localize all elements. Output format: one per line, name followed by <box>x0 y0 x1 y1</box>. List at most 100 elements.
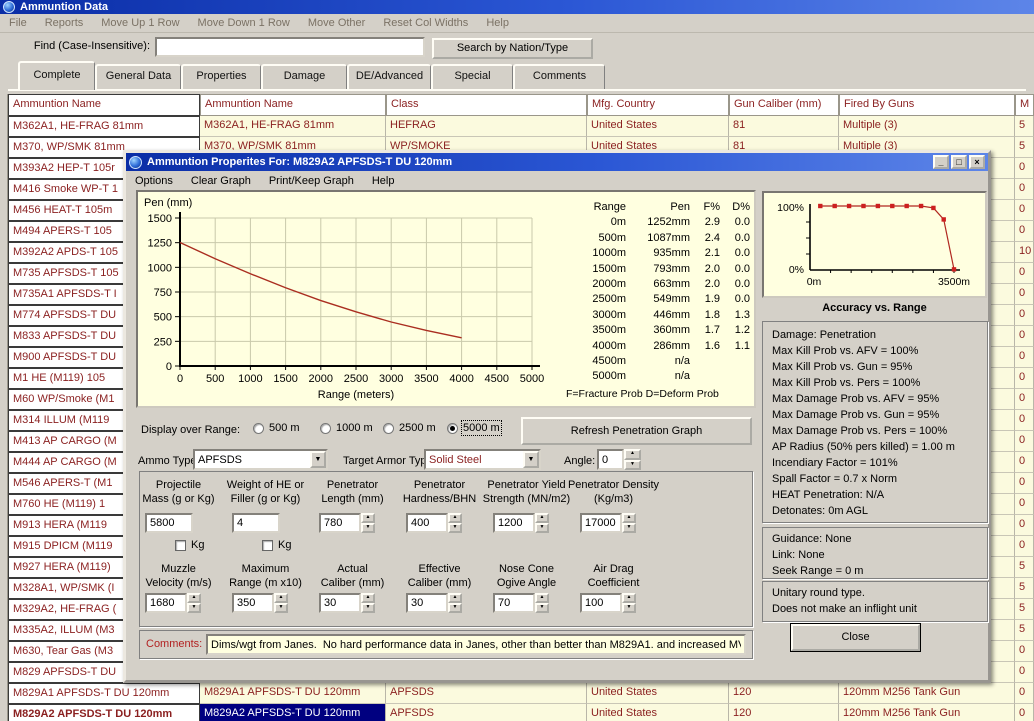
info-line: Max Damage Prob vs. Gun = 95% <box>772 407 978 423</box>
table-cell[interactable]: 81 <box>729 116 839 137</box>
table-cell[interactable]: 0 <box>1015 494 1034 515</box>
field-input-penetrator-density-kg-m3[interactable] <box>580 513 622 533</box>
table-cell[interactable]: United States <box>587 683 729 704</box>
table-cell[interactable]: 0 <box>1015 347 1034 368</box>
field-input-penetrator-hardness-bhn[interactable] <box>406 513 448 533</box>
field-spinner[interactable]: ▲▼ <box>448 593 462 613</box>
table-cell[interactable]: 0 <box>1015 368 1034 389</box>
field-spinner[interactable]: ▲▼ <box>274 593 288 613</box>
table-cell[interactable]: M829A2 APFSDS-T DU 120mm <box>200 704 386 721</box>
table-cell[interactable]: 0 <box>1015 473 1034 494</box>
table-cell[interactable]: 0 <box>1015 410 1034 431</box>
field-input-actual-caliber-mm[interactable] <box>319 593 361 613</box>
table-cell[interactable]: 0 <box>1015 179 1034 200</box>
table-cell[interactable]: 120 <box>729 704 839 721</box>
field-spinner[interactable]: ▲▼ <box>448 513 462 533</box>
field-label-line2: Ogive Angle <box>479 576 574 590</box>
table-cell[interactable]: 0 <box>1015 221 1034 242</box>
table-cell[interactable]: 0 <box>1015 662 1034 683</box>
table-cell[interactable]: APFSDS <box>386 683 587 704</box>
table-cell[interactable]: United States <box>587 704 729 721</box>
field-label-line2: Strength (MN/m2) <box>479 492 574 506</box>
accuracy-chart-title: Accuracy vs. Range <box>762 302 987 314</box>
table-cell[interactable]: M829A1 APFSDS-T DU 120mm <box>200 683 386 704</box>
guidance-panel: Guidance: NoneLink: NoneSeek Range = 0 m <box>762 527 988 579</box>
field-input-muzzle-velocity-m-s[interactable] <box>145 593 187 613</box>
field-label-line1: Actual <box>305 562 400 576</box>
accuracy-chart: 100%0%0m3500m <box>764 193 985 296</box>
table-cell[interactable]: 5 <box>1015 557 1034 578</box>
table-cell[interactable]: 5 <box>1015 137 1034 158</box>
table-cell[interactable]: 0 <box>1015 704 1034 721</box>
table-cell[interactable]: M362A1, HE-FRAG 81mm <box>200 116 386 137</box>
table-cell[interactable]: 0 <box>1015 263 1034 284</box>
table-cell[interactable]: 5 <box>1015 578 1034 599</box>
grid-header-ammuntion-name[interactable]: Ammuntion Name <box>200 94 386 116</box>
table-cell[interactable]: 0 <box>1015 305 1034 326</box>
field-spinner[interactable]: ▲▼ <box>361 593 375 613</box>
table-cell[interactable]: 0 <box>1015 284 1034 305</box>
table-cell[interactable]: 0 <box>1015 536 1034 557</box>
field-input-projectile-mass-g-or-kg[interactable] <box>145 513 193 533</box>
table-cell[interactable]: Multiple (3) <box>839 116 1015 137</box>
field-spinner[interactable]: ▲▼ <box>622 513 636 533</box>
field-spinner[interactable]: ▲▼ <box>361 513 375 533</box>
table-cell[interactable]: HEFRAG <box>386 116 587 137</box>
field-spinner[interactable]: ▲▼ <box>535 513 549 533</box>
maximize-button[interactable]: □ <box>951 155 967 169</box>
grid-header-mfg-country[interactable]: Mfg. Country <box>587 94 729 116</box>
field-input-nose-cone-ogive-angle[interactable] <box>493 593 535 613</box>
grid-header-gun-caliber-mm[interactable]: Gun Caliber (mm) <box>729 94 839 116</box>
table-cell[interactable]: 0 <box>1015 158 1034 179</box>
grid-header-fired-by-guns[interactable]: Fired By Guns <box>839 94 1015 116</box>
table-cell[interactable]: 120mm M256 Tank Gun <box>839 704 1015 721</box>
row-name-cell[interactable]: M829A1 APFSDS-T DU 120mm <box>8 683 200 704</box>
kg-checkbox[interactable] <box>175 540 186 551</box>
table-cell[interactable]: 0 <box>1015 683 1034 704</box>
grid-header-m[interactable]: M <box>1015 94 1034 116</box>
table-cell[interactable]: 0 <box>1015 641 1034 662</box>
table-cell[interactable]: 5 <box>1015 620 1034 641</box>
field-input-penetrator-yield-strength-mn-m2[interactable] <box>493 513 535 533</box>
table-cell[interactable]: United States <box>587 116 729 137</box>
info-line: Max Kill Prob vs. Pers = 100% <box>772 375 978 391</box>
field-spinner[interactable]: ▲▼ <box>187 593 201 613</box>
field-input-penetrator-length-mm[interactable] <box>319 513 361 533</box>
grid-left-header[interactable]: Ammuntion Name <box>8 94 200 116</box>
table-cell[interactable]: 10 <box>1015 242 1034 263</box>
field-label: Air DragCoefficient <box>566 562 661 590</box>
field-label-line2: Mass (g or Kg) <box>131 492 226 506</box>
comments-input[interactable] <box>206 634 746 655</box>
table-cell[interactable]: 0 <box>1015 515 1034 536</box>
field-input-air-drag-coefficient[interactable] <box>580 593 622 613</box>
field-label-line2: Caliber (mm) <box>305 576 400 590</box>
close-icon[interactable]: × <box>969 155 985 169</box>
table-cell[interactable]: APFSDS <box>386 704 587 721</box>
field-input-effective-caliber-mm[interactable] <box>406 593 448 613</box>
field-label: ProjectileMass (g or Kg) <box>131 478 226 506</box>
field-spinner[interactable]: ▲▼ <box>535 593 549 613</box>
field-input-maximum-range-m-x10[interactable] <box>232 593 274 613</box>
kg-checkbox[interactable] <box>262 540 273 551</box>
table-cell[interactable]: 120mm M256 Tank Gun <box>839 683 1015 704</box>
table-cell[interactable]: 120 <box>729 683 839 704</box>
table-cell[interactable]: 0 <box>1015 452 1034 473</box>
table-cell[interactable]: 0 <box>1015 431 1034 452</box>
row-name-cell[interactable]: M362A1, HE-FRAG 81mm <box>8 116 200 137</box>
grid-header-class[interactable]: Class <box>386 94 587 116</box>
table-cell[interactable]: 5 <box>1015 599 1034 620</box>
field-label-line2: Length (mm) <box>305 492 400 506</box>
tab-complete[interactable]: Complete <box>18 61 95 90</box>
minimize-button[interactable]: _ <box>933 155 949 169</box>
field-label: Weight of HE orFiller (g or Kg) <box>218 478 313 506</box>
field-spinner[interactable]: ▲▼ <box>622 593 636 613</box>
table-cell[interactable]: 5 <box>1015 116 1034 137</box>
table-cell[interactable]: 0 <box>1015 389 1034 410</box>
table-cell[interactable]: 0 <box>1015 326 1034 347</box>
close-button[interactable]: Close <box>791 624 920 651</box>
field-input-weight-of-he-or-filler-g-or-kg[interactable] <box>232 513 280 533</box>
table-cell[interactable]: 0 <box>1015 200 1034 221</box>
kg-checkbox-wrap: Kg <box>262 539 291 551</box>
row-name-cell[interactable]: M829A2 APFSDS-T DU 120mm <box>8 704 200 721</box>
comments-box: Comments: <box>139 630 753 659</box>
